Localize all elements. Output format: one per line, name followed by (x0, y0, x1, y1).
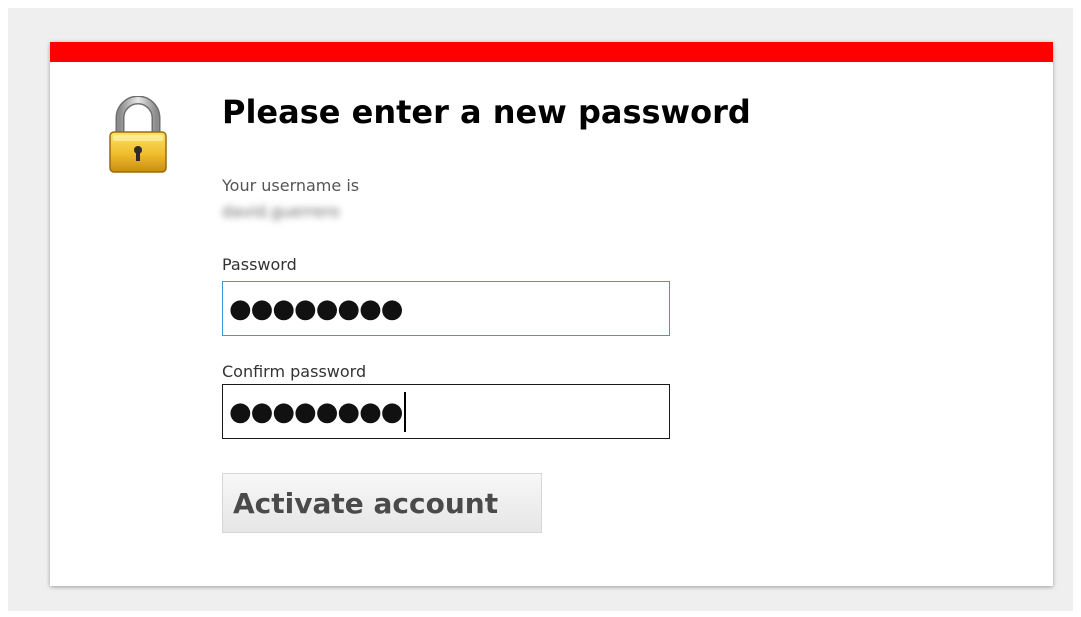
page-title: Please enter a new password (222, 93, 751, 131)
text-caret (403, 391, 406, 432)
password-masked-value: ●●●●●●●● (229, 293, 403, 324)
activate-account-button[interactable]: Activate account (222, 473, 542, 533)
confirm-password-field[interactable]: ●●●●●●●● (222, 384, 670, 439)
confirm-password-masked-value: ●●●●●●●● (229, 396, 403, 427)
password-card: Please enter a new password Your usernam… (50, 42, 1053, 586)
padlock-icon (109, 96, 167, 173)
accent-bar (50, 42, 1053, 62)
password-field[interactable]: ●●●●●●●● (222, 281, 670, 336)
confirm-password-label: Confirm password (222, 362, 367, 381)
username-value: david.guerrero (222, 202, 340, 221)
username-label: Your username is (222, 176, 360, 195)
password-label: Password (222, 255, 297, 274)
